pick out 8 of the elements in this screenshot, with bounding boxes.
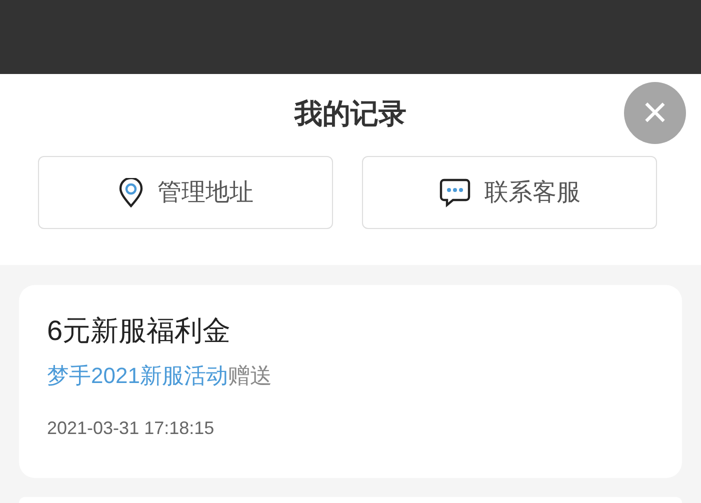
record-source: 梦手2021新服活动赠送 bbox=[47, 362, 273, 390]
contact-service-button[interactable]: 联系客服 bbox=[362, 156, 657, 229]
manage-address-button[interactable]: 管理地址 bbox=[38, 156, 333, 229]
location-pin-icon bbox=[118, 178, 144, 208]
record-time: 2021-03-31 17:18:15 bbox=[47, 417, 216, 440]
sheet-title: 我的记录 bbox=[294, 97, 406, 131]
chat-bubble-icon bbox=[438, 178, 470, 208]
record-title: 6元新服福利金 bbox=[47, 314, 232, 348]
